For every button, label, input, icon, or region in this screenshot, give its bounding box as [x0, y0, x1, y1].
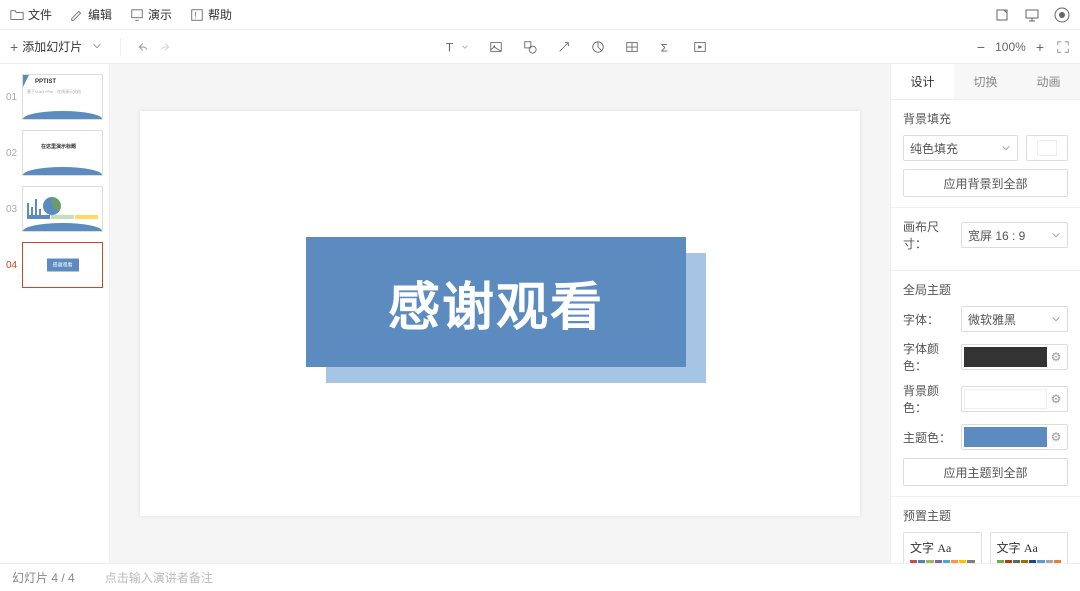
- theme-card[interactable]: 文字 Aa: [903, 532, 982, 563]
- section-global-theme: 全局主题 字体： 微软雅黑 字体颜色： ⚙ 背景颜色： ⚙ 主题色： ⚙ 应用主题到全部: [891, 271, 1080, 497]
- canvas-area[interactable]: 感谢观看: [110, 64, 890, 563]
- add-slide-dropdown[interactable]: [92, 40, 106, 54]
- svg-text:T: T: [445, 40, 453, 54]
- menu-bar: 文件 编辑 演示 ! 帮助: [0, 0, 1080, 30]
- section-background: 背景填充 纯色填充 应用背景到全部: [891, 100, 1080, 208]
- menu-edit-label: 编辑: [88, 6, 112, 23]
- folder-icon: [10, 8, 24, 22]
- svg-text:Σ: Σ: [660, 42, 667, 54]
- tab-transition[interactable]: 切换: [954, 64, 1017, 99]
- fill-type-select[interactable]: 纯色填充: [903, 135, 1018, 161]
- theme-card[interactable]: 文字 Aa: [990, 532, 1069, 563]
- font-color-swatch[interactable]: ⚙: [961, 344, 1068, 370]
- mini-sub: 基于Vue3+Pixi…在线演示文档: [27, 89, 98, 95]
- bg-color-swatch[interactable]: ⚙: [961, 386, 1068, 412]
- preset-theme-title: 预置主题: [903, 507, 1068, 524]
- svg-text:!: !: [194, 10, 196, 20]
- thumb-number: 04: [6, 260, 18, 271]
- menu-help[interactable]: ! 帮助: [190, 6, 232, 23]
- text-tool[interactable]: T: [444, 40, 469, 54]
- tab-animation[interactable]: 动画: [1017, 64, 1080, 99]
- thumbnail-panel: 01PPTIST基于Vue3+Pixi…在线演示文档 02在这里演示标题 03 …: [0, 64, 110, 563]
- fill-type-value: 纯色填充: [910, 140, 958, 157]
- menu-help-label: 帮助: [208, 6, 232, 23]
- menu-file-label: 文件: [28, 6, 52, 23]
- pencil-icon: [70, 8, 84, 22]
- separator: [120, 38, 121, 56]
- thumbnail-1[interactable]: 01 PPTIST 基于Vue3+Pixi…在线演示文档: [6, 74, 103, 120]
- zoom-value[interactable]: 100%: [995, 40, 1026, 54]
- zoom-control: − 100% +: [977, 39, 1044, 55]
- undo-icon[interactable]: [135, 40, 149, 54]
- fit-screen-icon[interactable]: [1056, 40, 1070, 54]
- menu-present-label: 演示: [148, 6, 172, 23]
- menu-file[interactable]: 文件: [10, 6, 52, 23]
- export-icon[interactable]: [994, 7, 1010, 23]
- shape-tool[interactable]: [523, 40, 537, 54]
- redo-icon[interactable]: [159, 40, 173, 54]
- present-icon[interactable]: [1024, 7, 1040, 23]
- apply-theme-button[interactable]: 应用主题到全部: [903, 458, 1068, 486]
- thumb-number: 03: [6, 204, 18, 215]
- theme-sample-label: 文字 Aa: [997, 539, 1062, 556]
- font-color-label: 字体颜色：: [903, 340, 953, 374]
- font-select[interactable]: 微软雅黑: [961, 306, 1068, 332]
- theme-color-swatch[interactable]: ⚙: [961, 424, 1068, 450]
- add-slide-label: 添加幻灯片: [22, 38, 82, 55]
- global-theme-title: 全局主题: [903, 281, 1068, 298]
- apply-bg-button[interactable]: 应用背景到全部: [903, 169, 1068, 197]
- theme-color-label: 主题色：: [903, 429, 953, 446]
- mini-title: 在这里演示标题: [41, 143, 76, 150]
- play-icon: [130, 8, 144, 22]
- zoom-out-button[interactable]: −: [977, 39, 985, 55]
- github-icon[interactable]: [1054, 7, 1070, 23]
- bg-color-picker[interactable]: [1026, 135, 1068, 161]
- menu-present[interactable]: 演示: [130, 6, 172, 23]
- line-tool[interactable]: [557, 40, 571, 54]
- gear-icon: ⚙: [1047, 350, 1065, 364]
- zoom-in-button[interactable]: +: [1036, 39, 1044, 55]
- theme-sample-label: 文字 Aa: [910, 539, 975, 556]
- table-tool[interactable]: [625, 40, 639, 54]
- main-area: 01PPTIST基于Vue3+Pixi…在线演示文档 02在这里演示标题 03 …: [0, 64, 1080, 563]
- menu-edit[interactable]: 编辑: [70, 6, 112, 23]
- bg-fill-title: 背景填充: [903, 110, 1068, 127]
- mini-text: 感谢观看: [46, 259, 78, 272]
- notes-input[interactable]: 点击输入演讲者备注: [105, 569, 1068, 586]
- slide-title-text[interactable]: 感谢观看: [388, 265, 604, 340]
- help-icon: !: [190, 8, 204, 22]
- mini-title: PPTIST: [35, 79, 56, 85]
- slide-stage[interactable]: 感谢观看: [140, 111, 860, 516]
- gear-icon: ⚙: [1047, 392, 1065, 406]
- canvas-size-value: 宽屏 16 : 9: [968, 227, 1025, 244]
- thumb-number: 01: [6, 92, 18, 103]
- section-canvas-size: 画布尺寸： 宽屏 16 : 9: [891, 208, 1080, 271]
- gear-icon: ⚙: [1047, 430, 1065, 444]
- toolbar: +添加幻灯片 T Σ − 100% +: [0, 30, 1080, 64]
- slide-counter: 幻灯片 4 / 4: [12, 569, 75, 586]
- shape-title-rect[interactable]: 感谢观看: [306, 237, 686, 367]
- status-bar: 幻灯片 4 / 4 点击输入演讲者备注: [0, 563, 1080, 591]
- section-preset-themes: 预置主题 文字 Aa文字 Aa文字 Aa文字 Aa文字 Aa文字 Aa: [891, 497, 1080, 563]
- image-tool[interactable]: [489, 40, 503, 54]
- tab-design[interactable]: 设计: [891, 64, 954, 99]
- font-value: 微软雅黑: [968, 311, 1016, 328]
- thumbnail-3[interactable]: 03: [6, 186, 103, 232]
- font-label: 字体：: [903, 311, 953, 328]
- bg-color-label: 背景颜色：: [903, 382, 953, 416]
- canvas-size-label: 画布尺寸：: [903, 218, 953, 252]
- thumb-number: 02: [6, 148, 18, 159]
- thumbnail-4[interactable]: 04 感谢观看: [6, 242, 103, 288]
- chart-tool[interactable]: [591, 40, 605, 54]
- right-panel: 设计 切换 动画 背景填充 纯色填充 应用背景到全部 画布尺寸： 宽屏 16 :…: [890, 64, 1080, 563]
- formula-tool[interactable]: Σ: [659, 40, 673, 54]
- canvas-size-select[interactable]: 宽屏 16 : 9: [961, 222, 1068, 248]
- panel-tabs: 设计 切换 动画: [891, 64, 1080, 100]
- add-slide-button[interactable]: +添加幻灯片: [10, 38, 82, 55]
- thumbnail-2[interactable]: 02 在这里演示标题: [6, 130, 103, 176]
- media-tool[interactable]: [693, 40, 707, 54]
